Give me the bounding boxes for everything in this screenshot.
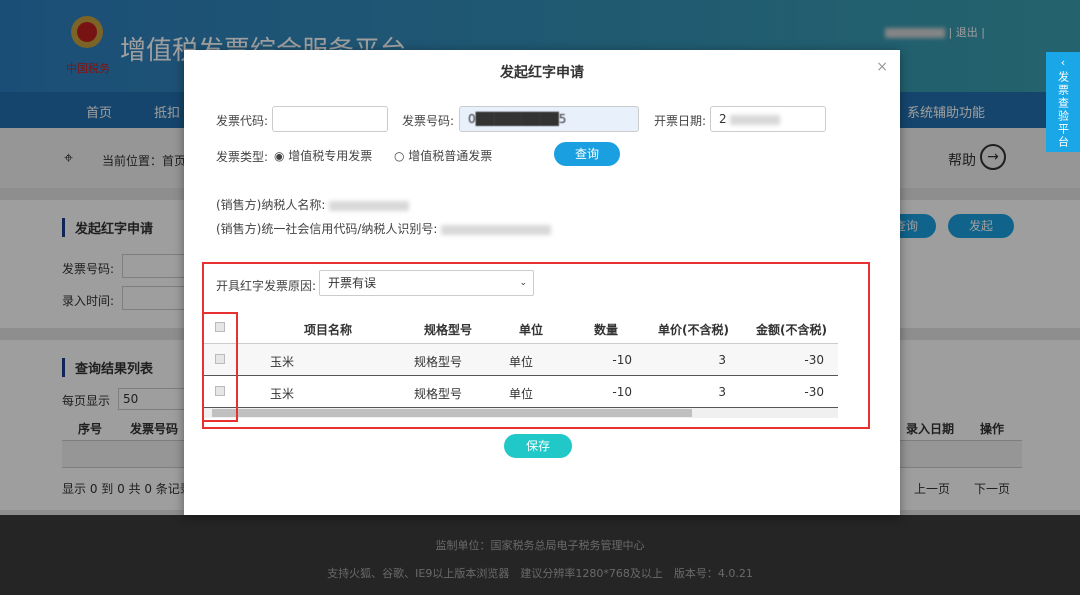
close-icon[interactable]: × [876, 59, 888, 75]
radio-vat-special[interactable]: ◉ 增值税专用发票 [274, 147, 372, 164]
scrollbar-thumb[interactable] [212, 409, 692, 417]
issue-date-label: 开票日期: [654, 114, 707, 128]
cell-unit: 单位 [509, 387, 534, 401]
invoice-type-label: 发票类型: [216, 150, 269, 164]
table-row: 玉米 规格型号 单位 -10 3 -30 [202, 344, 838, 376]
radio-label: 增值税普通发票 [408, 149, 493, 163]
seller-name-label: (销售方)纳税人名称: [216, 196, 410, 213]
cell-unit: 单位 [509, 355, 534, 369]
table-header: 项目名称 规格型号 单位 数量 单价(不含税) 金额(不含税) [202, 312, 838, 344]
side-tab-label: 发票查验平台 [1056, 71, 1070, 149]
save-button[interactable]: 保存 [504, 434, 572, 458]
invoice-code-label: 发票代码: [216, 114, 269, 128]
reason-select[interactable]: 开票有误 ⌄ [319, 270, 534, 296]
issue-date-value: 2 [719, 112, 727, 126]
invoice-verify-side-tab[interactable]: ‹ 发票查验平台 [1046, 52, 1080, 152]
redacted [441, 224, 552, 235]
table-row: 玉米 规格型号 单位 -10 3 -30 [202, 376, 838, 408]
chevron-left-icon: ‹ [1060, 56, 1066, 69]
checkbox-column-highlight [202, 312, 238, 422]
redacted [730, 114, 781, 125]
chevron-down-icon: ⌄ [519, 278, 527, 288]
col-header: 规格型号 [424, 323, 473, 337]
reason-label: 开具红字发票原因: [216, 279, 317, 293]
seller-id-label: (销售方)统一社会信用代码/纳税人识别号: [216, 220, 552, 237]
radio-label: 增值税专用发票 [288, 149, 373, 163]
col-header: 项目名称 [304, 323, 353, 337]
col-header: 单价(不含税) [658, 323, 729, 337]
cell-amount: -30 [804, 385, 824, 399]
invoice-code-input[interactable] [272, 106, 388, 132]
cell-price: 3 [718, 353, 726, 367]
cell-qty: -10 [612, 353, 632, 367]
cell-name: 玉米 [270, 387, 295, 401]
invoice-no-input[interactable]: 0█████████5 [459, 106, 639, 132]
col-header: 单位 [519, 323, 544, 337]
issue-date-input[interactable]: 2 [710, 106, 826, 132]
cell-spec: 规格型号 [414, 387, 463, 401]
reason-value: 开票有误 [328, 276, 377, 290]
invoice-no-label: 发票号码: [402, 114, 455, 128]
radio-vat-normal[interactable]: ○ 增值税普通发票 [394, 147, 492, 164]
cell-name: 玉米 [270, 355, 295, 369]
dialog-query-button[interactable]: 查询 [554, 142, 620, 166]
dialog-title: 发起红字申请 [500, 65, 584, 81]
col-header: 数量 [594, 323, 619, 337]
cell-qty: -10 [612, 385, 632, 399]
red-invoice-dialog: 发起红字申请 × 发票代码: 发票号码: 0█████████5 开票日期: 2… [184, 50, 900, 515]
cell-amount: -30 [804, 353, 824, 367]
redacted [329, 200, 410, 211]
col-header: 金额(不含税) [756, 323, 827, 337]
seller-id-text: (销售方)统一社会信用代码/纳税人识别号: [216, 222, 438, 236]
invoice-no-value: 0█████████5 [468, 112, 567, 126]
cell-price: 3 [718, 385, 726, 399]
seller-name-text: (销售方)纳税人名称: [216, 198, 326, 212]
cell-spec: 规格型号 [414, 355, 463, 369]
horizontal-scrollbar[interactable] [202, 408, 838, 418]
